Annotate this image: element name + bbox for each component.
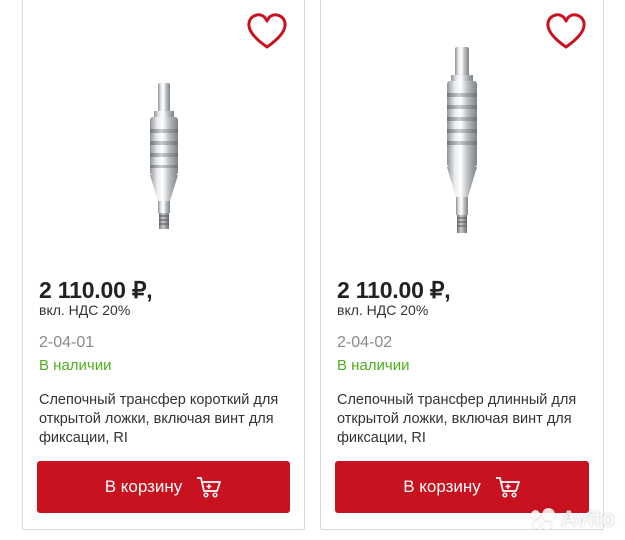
product-price: 2 110.00 ₽, bbox=[39, 277, 153, 303]
product-card[interactable]: 2 110.00 ₽, вкл. НДС 20% 2-04-02 В налич… bbox=[320, 0, 604, 530]
stock-status: В наличии bbox=[39, 357, 112, 374]
favorite-heart-icon[interactable] bbox=[545, 11, 587, 51]
stock-status: В наличии bbox=[337, 357, 410, 374]
favorite-heart-icon[interactable] bbox=[246, 11, 288, 51]
product-card[interactable]: 2 110.00 ₽, вкл. НДС 20% 2-04-01 В налич… bbox=[22, 0, 305, 530]
avito-watermark: Avito bbox=[530, 506, 615, 532]
vat-note: вкл. НДС 20% bbox=[39, 302, 131, 318]
product-sku: 2-04-01 bbox=[39, 334, 95, 351]
product-image[interactable] bbox=[23, 83, 304, 243]
cart-icon bbox=[495, 477, 520, 498]
add-to-cart-label: В корзину bbox=[104, 477, 183, 496]
product-description[interactable]: Слепочный трансфер короткий для открытой… bbox=[39, 391, 294, 448]
implant-transfer-short-image bbox=[149, 83, 178, 229]
product-sku: 2-04-02 bbox=[337, 334, 393, 351]
avito-logo-icon bbox=[530, 508, 557, 530]
avito-watermark-text: Avito bbox=[560, 506, 615, 531]
implant-transfer-long-image bbox=[447, 47, 477, 233]
add-to-cart-label: В корзину bbox=[403, 477, 481, 496]
cart-icon bbox=[197, 477, 222, 498]
add-to-cart-button[interactable]: В корзину bbox=[37, 461, 290, 513]
product-image[interactable] bbox=[321, 47, 603, 243]
product-price: 2 110.00 ₽, bbox=[337, 277, 451, 303]
vat-note: вкл. НДС 20% bbox=[337, 302, 429, 318]
product-description[interactable]: Слепочный трансфер длинный для открытой … bbox=[337, 391, 593, 448]
